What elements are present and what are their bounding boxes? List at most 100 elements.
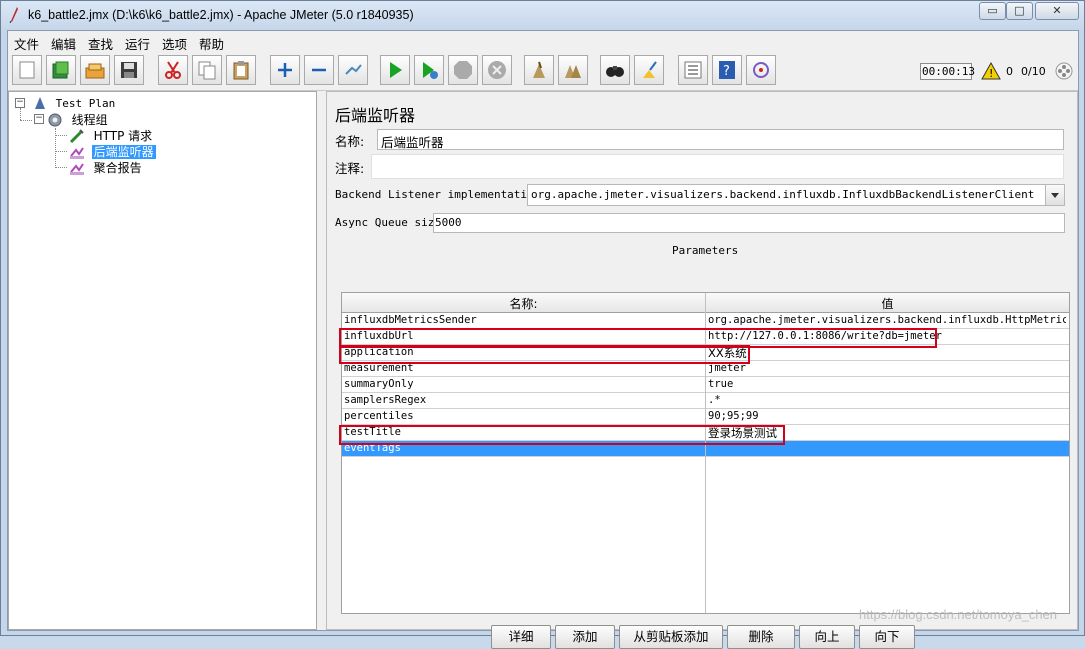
param-value-cell[interactable]: 90;95;99 bbox=[708, 410, 1066, 422]
clear-icon bbox=[533, 61, 545, 78]
tree-node-thread-group[interactable]: 线程组 bbox=[47, 111, 110, 128]
param-value-cell[interactable]: .* bbox=[708, 394, 1066, 406]
param-value-cell[interactable]: true bbox=[708, 378, 1066, 390]
search-button[interactable] bbox=[600, 55, 630, 85]
add-from-clipboard-button[interactable]: 从剪贴板添加 bbox=[619, 625, 723, 649]
collapse-all-button[interactable] bbox=[304, 55, 334, 85]
queue-size-value: 5000 bbox=[435, 216, 462, 229]
collapse-icon bbox=[312, 68, 326, 72]
templates-icon bbox=[52, 61, 69, 79]
function-helper-button[interactable] bbox=[678, 55, 708, 85]
stop-icon bbox=[454, 61, 472, 79]
application-window: k6_battle2.jmx (D:\k6\k6_battle2.jmx) - … bbox=[0, 0, 1085, 649]
param-name-cell[interactable]: summaryOnly bbox=[344, 378, 704, 390]
queue-size-field[interactable]: 5000 bbox=[433, 213, 1065, 233]
param-name-cell[interactable]: samplersRegex bbox=[344, 394, 704, 406]
param-value-cell[interactable]: org.apache.jmeter.visualizers.backend.in… bbox=[708, 314, 1066, 326]
listener-icon bbox=[70, 147, 84, 159]
tree-node-label: 聚合报告 bbox=[93, 161, 142, 175]
param-value-cell[interactable]: jmeter bbox=[708, 362, 1066, 374]
new-button[interactable] bbox=[12, 55, 42, 85]
menu-edit[interactable]: 编辑 bbox=[51, 34, 76, 53]
warning-icon[interactable]: ! bbox=[981, 62, 1001, 80]
menu-run[interactable]: 运行 bbox=[125, 34, 150, 53]
active-threads: 0/10 bbox=[1021, 65, 1046, 78]
templates-button[interactable] bbox=[46, 55, 76, 85]
shutdown-button bbox=[482, 55, 512, 85]
copy-button[interactable] bbox=[192, 55, 222, 85]
comment-field[interactable] bbox=[371, 154, 1064, 179]
svg-text:!: ! bbox=[989, 67, 993, 80]
tree-node-label: Test Plan bbox=[55, 97, 116, 110]
open-button[interactable] bbox=[80, 55, 110, 85]
comment-label: 注释: bbox=[335, 161, 365, 176]
param-name-cell[interactable]: influxdbMetricsSender bbox=[344, 314, 704, 326]
open-icon bbox=[85, 63, 105, 79]
test-plan-icon bbox=[35, 97, 45, 109]
tree-expander-root[interactable]: − bbox=[15, 98, 25, 108]
implementation-select[interactable]: org.apache.jmeter.visualizers.backend.in… bbox=[527, 184, 1065, 206]
maximize-button[interactable]: □ bbox=[1006, 2, 1033, 20]
highlight-application bbox=[339, 345, 750, 364]
tree-node-label: 后端监听器 bbox=[91, 145, 156, 159]
move-down-button[interactable]: 向下 bbox=[859, 625, 915, 649]
elapsed-timer: 00:00:13 bbox=[920, 63, 975, 80]
cut-button[interactable] bbox=[158, 55, 188, 85]
column-header-name[interactable]: 名称: bbox=[342, 295, 705, 312]
help-button[interactable]: ? bbox=[712, 55, 742, 85]
menu-file[interactable]: 文件 bbox=[14, 34, 39, 53]
save-icon bbox=[121, 62, 137, 78]
listener-icon bbox=[70, 163, 84, 175]
menu-bar: 文件 编辑 查找 运行 选项 帮助 bbox=[8, 31, 1078, 52]
start-no-pause-icon bbox=[423, 62, 438, 79]
remote-button[interactable] bbox=[746, 55, 776, 85]
expand-icon bbox=[278, 63, 292, 77]
tree-node-backend-listener[interactable]: 后端监听器 bbox=[69, 143, 156, 160]
save-button[interactable] bbox=[114, 55, 144, 85]
search-icon bbox=[606, 66, 624, 77]
tree-node-aggregate-report[interactable]: 聚合报告 bbox=[69, 159, 144, 176]
start-button[interactable] bbox=[380, 55, 410, 85]
add-button[interactable]: 添加 bbox=[555, 625, 615, 649]
svg-text:?: ? bbox=[723, 64, 730, 79]
delete-button[interactable]: 删除 bbox=[727, 625, 795, 649]
clear-button[interactable] bbox=[524, 55, 554, 85]
menu-options[interactable]: 选项 bbox=[162, 34, 187, 53]
tree-expander-thread-group[interactable]: − bbox=[34, 114, 44, 124]
move-up-button[interactable]: 向上 bbox=[799, 625, 855, 649]
menu-help[interactable]: 帮助 bbox=[199, 34, 224, 53]
tree-node-http-request[interactable]: HTTP 请求 bbox=[69, 127, 154, 144]
minimize-button[interactable]: ▭ bbox=[979, 2, 1006, 20]
reset-search-button[interactable] bbox=[634, 55, 664, 85]
window-title: k6_battle2.jmx (D:\k6\k6_battle2.jmx) - … bbox=[28, 8, 414, 22]
tree-node-label: HTTP 请求 bbox=[93, 129, 153, 143]
expand-all-button[interactable] bbox=[270, 55, 300, 85]
toggle-icon bbox=[345, 64, 362, 75]
clear-all-button[interactable] bbox=[558, 55, 588, 85]
start-no-pauses-button[interactable] bbox=[414, 55, 444, 85]
paste-button[interactable] bbox=[226, 55, 256, 85]
gear-icon bbox=[48, 113, 62, 127]
dropdown-button[interactable] bbox=[1045, 185, 1064, 205]
queue-size-label: Async Queue size bbox=[335, 216, 441, 229]
name-field[interactable]: 后端监听器 bbox=[377, 129, 1064, 150]
name-field-value: 后端监听器 bbox=[381, 135, 444, 150]
name-label: 名称: bbox=[335, 134, 365, 149]
menu-search[interactable]: 查找 bbox=[88, 34, 113, 53]
close-icon: ✕ bbox=[1052, 4, 1062, 17]
highlight-testtitle bbox=[339, 425, 785, 445]
param-name-cell[interactable]: percentiles bbox=[344, 410, 704, 422]
copy-icon bbox=[198, 61, 216, 80]
column-header-value[interactable]: 值 bbox=[706, 295, 1069, 312]
clear-all-icon bbox=[565, 65, 581, 78]
split-pane-divider[interactable] bbox=[317, 91, 326, 630]
minimize-icon: ▭ bbox=[987, 4, 998, 17]
details-button[interactable]: 详细 bbox=[491, 625, 551, 649]
tree-node-test-plan[interactable]: Test Plan bbox=[33, 96, 117, 110]
test-plan-tree: − Test Plan − 线程组 HTTP 请求 后端监听器 聚合报告 bbox=[8, 91, 317, 630]
close-button[interactable]: ✕ bbox=[1035, 2, 1079, 20]
tree-node-label: 线程组 bbox=[71, 113, 108, 127]
toggle-button[interactable] bbox=[338, 55, 368, 85]
implementation-label: Backend Listener implementation bbox=[335, 188, 541, 201]
maximize-icon: □ bbox=[1014, 4, 1025, 17]
